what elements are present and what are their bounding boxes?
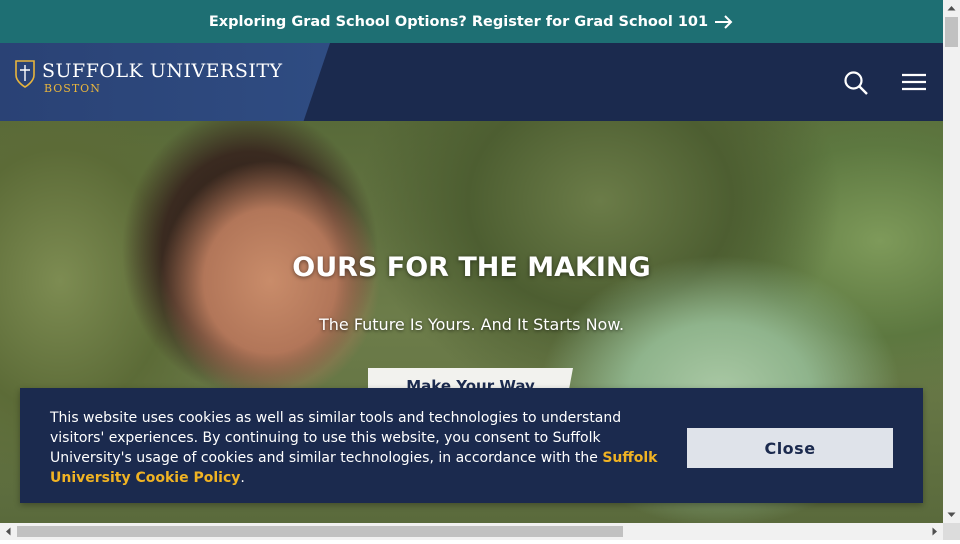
hamburger-menu-icon [902,73,926,91]
site-header: SUFFOLK UNIVERSITY BOSTON [0,43,943,121]
hero-headline: OURS FOR THE MAKING [292,252,651,283]
scroll-left-arrow-icon[interactable] [0,523,17,540]
cookie-message: This website uses cookies as well as sim… [50,408,660,488]
announcement-bar[interactable]: Exploring Grad School Options? Register … [0,0,943,43]
cookie-close-button[interactable]: Close [687,428,893,468]
horizontal-scroll-thumb[interactable] [17,526,623,537]
scroll-right-arrow-icon[interactable] [926,523,943,540]
search-button[interactable] [843,70,869,96]
announcement-text[interactable]: Exploring Grad School Options? Register … [209,14,708,30]
menu-button[interactable] [901,72,927,92]
search-icon [844,71,868,95]
logo-title: SUFFOLK UNIVERSITY [42,60,283,82]
cookie-message-text: This website uses cookies as well as sim… [50,410,622,466]
horizontal-scrollbar[interactable] [0,523,943,540]
university-logo[interactable]: SUFFOLK UNIVERSITY BOSTON [14,59,283,95]
shield-icon [15,60,35,88]
scroll-down-arrow-icon[interactable] [943,506,960,523]
logo-subtitle: BOSTON [44,82,101,95]
scroll-up-arrow-icon[interactable] [943,0,960,17]
scrollbar-corner [943,523,960,540]
cookie-banner: This website uses cookies as well as sim… [20,388,923,503]
page-viewport: Exploring Grad School Options? Register … [0,0,943,523]
vertical-scroll-thumb[interactable] [945,17,958,47]
cookie-message-end: . [240,470,245,486]
vertical-scrollbar[interactable] [943,0,960,523]
hero-subheadline: The Future Is Yours. And It Starts Now. [318,315,625,334]
arrow-right-icon [714,14,734,29]
